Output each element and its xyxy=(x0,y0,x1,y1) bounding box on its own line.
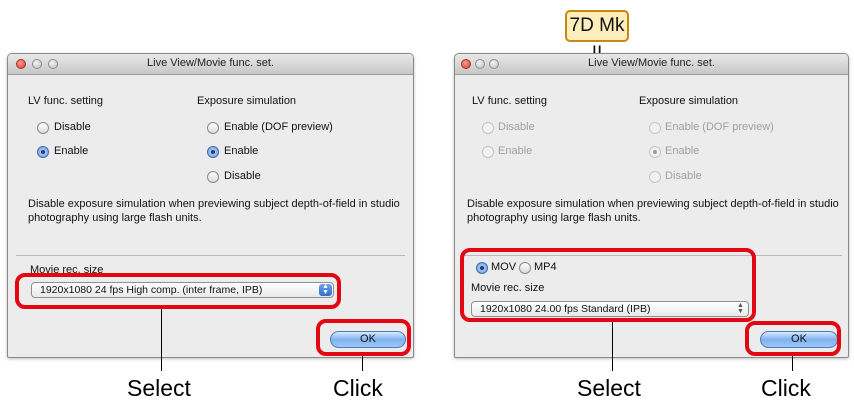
select-callout: Select xyxy=(577,375,641,401)
exp-enable-radio xyxy=(649,146,661,158)
exp-enable-radio[interactable] xyxy=(207,146,219,158)
ok-highlight xyxy=(745,321,841,356)
exp-dof-label: Enable (DOF preview) xyxy=(224,121,333,133)
exp-disable-label: Disable xyxy=(224,170,261,182)
click-callout: Click xyxy=(761,375,811,401)
click-callout-line xyxy=(362,356,363,371)
exp-enable-label: Enable xyxy=(224,145,259,157)
exp-disable-label: Disable xyxy=(665,170,702,182)
right-titlebar: Live View/Movie func. set. xyxy=(455,54,848,75)
exp-disable-radio[interactable] xyxy=(207,171,219,183)
lv-enable-label: Enable xyxy=(498,145,533,157)
select-callout-line xyxy=(161,309,162,371)
divider xyxy=(16,255,405,256)
lv-enable-label: Enable xyxy=(54,145,89,157)
exposure-note: Disable exposure simulation when preview… xyxy=(28,198,400,224)
left-dialog-window: Live View/Movie func. set. LV func. sett… xyxy=(7,53,414,358)
lv-disable-label: Disable xyxy=(498,121,535,133)
lv-disable-radio[interactable] xyxy=(37,122,49,134)
lv-disable-radio xyxy=(482,122,494,134)
window-title: Live View/Movie func. set. xyxy=(588,57,715,69)
exp-enable-label: Enable xyxy=(665,145,700,157)
lv-func-heading: LV func. setting xyxy=(28,95,104,107)
lv-disable-label: Disable xyxy=(54,121,91,133)
click-callout: Click xyxy=(333,375,383,401)
select-highlight xyxy=(15,273,341,309)
exp-dof-radio[interactable] xyxy=(207,122,219,134)
exp-disable-radio xyxy=(649,171,661,183)
exp-dof-label: Enable (DOF preview) xyxy=(665,121,774,133)
window-title: Live View/Movie func. set. xyxy=(147,57,274,69)
select-callout: Select xyxy=(127,375,191,401)
lv-func-heading: LV func. setting xyxy=(472,95,548,107)
exposure-sim-heading: Exposure simulation xyxy=(639,95,739,107)
left-titlebar: Live View/Movie func. set. xyxy=(8,54,413,75)
select-callout-line xyxy=(612,322,613,371)
exposure-note: Disable exposure simulation when preview… xyxy=(467,198,839,224)
exp-dof-radio xyxy=(649,122,661,134)
lv-enable-radio[interactable] xyxy=(37,146,49,158)
format-select-highlight xyxy=(460,248,756,322)
lv-enable-radio xyxy=(482,146,494,158)
model-badge: 7D Mk II xyxy=(565,10,629,64)
ok-highlight xyxy=(316,319,411,356)
click-callout-line xyxy=(792,356,793,371)
exposure-sim-heading: Exposure simulation xyxy=(197,95,297,107)
